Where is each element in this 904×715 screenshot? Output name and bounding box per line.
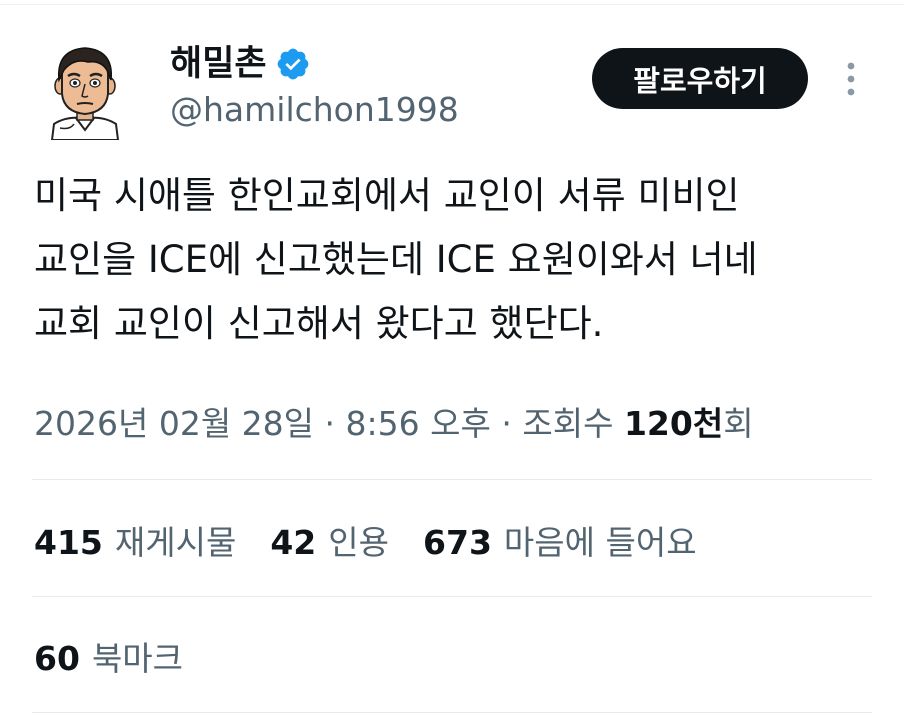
- bookmarks-count: 60: [34, 639, 80, 678]
- views-suffix: 회: [723, 404, 754, 443]
- top-divider: [0, 4, 904, 5]
- views-count[interactable]: 120천: [624, 404, 723, 443]
- divider: [32, 712, 872, 713]
- tweet-text-line: 교회 교인이 신고해서 왔다고 했단다.: [34, 302, 604, 345]
- author-name-row: 해밀촌: [170, 40, 311, 88]
- bookmarks-stat[interactable]: 60 북마크: [34, 630, 217, 682]
- reposts-label: 재게시물: [114, 523, 237, 562]
- more-options-button[interactable]: [836, 56, 866, 102]
- more-vertical-icon: [847, 62, 855, 96]
- tweet-meta: 2026년 02월 28일 · 8:56 오후 · 조회수 120천회: [34, 398, 754, 450]
- author-display-name[interactable]: 해밀촌: [170, 40, 267, 88]
- quotes-count: 42: [270, 523, 317, 562]
- author-handle[interactable]: @hamilchon1998: [170, 88, 459, 132]
- tweet-text: 미국 시애틀 한인교회에서 교인이 서류 미비인 교인을 ICE에 신고했는데 …: [34, 164, 884, 356]
- follow-button-label: 팔로우하기: [633, 63, 767, 98]
- tweet-text-line: 교인을 ICE에 신고했는데 ICE 요원이와서 너네: [34, 238, 758, 281]
- avatar-illustration: [50, 47, 120, 141]
- verified-badge-icon[interactable]: [275, 46, 311, 82]
- views-prefix: 조회수: [522, 404, 614, 443]
- quotes-stat[interactable]: 42 인용: [270, 516, 389, 564]
- meta-separator: ·: [501, 404, 512, 443]
- likes-label: 마음에 들어요: [503, 523, 697, 562]
- divider: [32, 479, 872, 480]
- divider: [32, 596, 872, 597]
- tweet-time[interactable]: 8:56 오후: [346, 404, 491, 443]
- tweet-date[interactable]: 2026년 02월 28일: [34, 404, 314, 443]
- meta-separator: ·: [324, 404, 336, 443]
- likes-count: 673: [423, 523, 492, 562]
- quotes-label: 인용: [328, 523, 390, 562]
- bookmarks-label: 북마크: [91, 639, 184, 678]
- engagement-stats: 415 재게시물 42 인용 673 마음에 들어요: [34, 514, 731, 566]
- tweet-text-line: 미국 시애틀 한인교회에서 교인이 서류 미비인: [34, 174, 740, 217]
- likes-stat[interactable]: 673 마음에 들어요: [423, 516, 697, 564]
- avatar[interactable]: [46, 44, 124, 141]
- reposts-count: 415: [34, 523, 103, 562]
- follow-button[interactable]: 팔로우하기: [592, 48, 808, 109]
- reposts-stat[interactable]: 415 재게시물: [34, 516, 236, 564]
